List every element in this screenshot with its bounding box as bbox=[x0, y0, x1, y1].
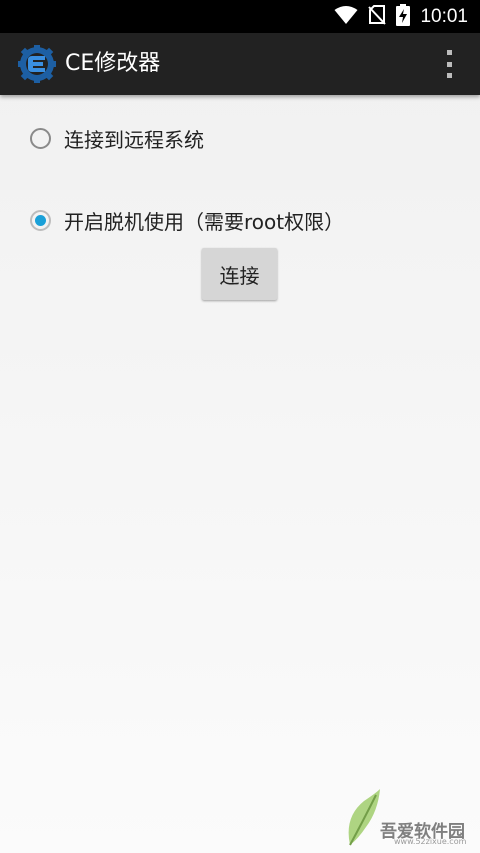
watermark-url: www.52zixue.com bbox=[394, 837, 467, 846]
action-bar: CE修改器 bbox=[0, 33, 480, 95]
cheat-engine-logo-icon bbox=[18, 45, 56, 83]
radio-label-offline: 开启脱机使用（需要root权限） bbox=[64, 210, 345, 234]
battery-charging-icon bbox=[396, 3, 411, 30]
radio-option-remote[interactable]: 连接到远程系统 bbox=[30, 124, 204, 153]
radio-label-remote: 连接到远程系统 bbox=[64, 128, 204, 152]
status-bar: 10:01 bbox=[0, 0, 480, 33]
radio-unchecked-icon[interactable] bbox=[30, 128, 51, 149]
no-sim-icon bbox=[368, 4, 387, 29]
connect-button[interactable]: 连接 bbox=[202, 248, 277, 300]
status-icons: 10:01 bbox=[334, 0, 468, 33]
watermark: 吾爱软件园 www.52zixue.com bbox=[342, 781, 472, 849]
app-title: CE修改器 bbox=[65, 51, 161, 76]
wifi-icon bbox=[334, 5, 358, 29]
radio-checked-icon[interactable] bbox=[30, 210, 51, 231]
overflow-menu-icon[interactable] bbox=[444, 50, 454, 78]
radio-option-offline[interactable]: 开启脱机使用（需要root权限） bbox=[30, 206, 344, 235]
status-time: 10:01 bbox=[420, 5, 468, 27]
